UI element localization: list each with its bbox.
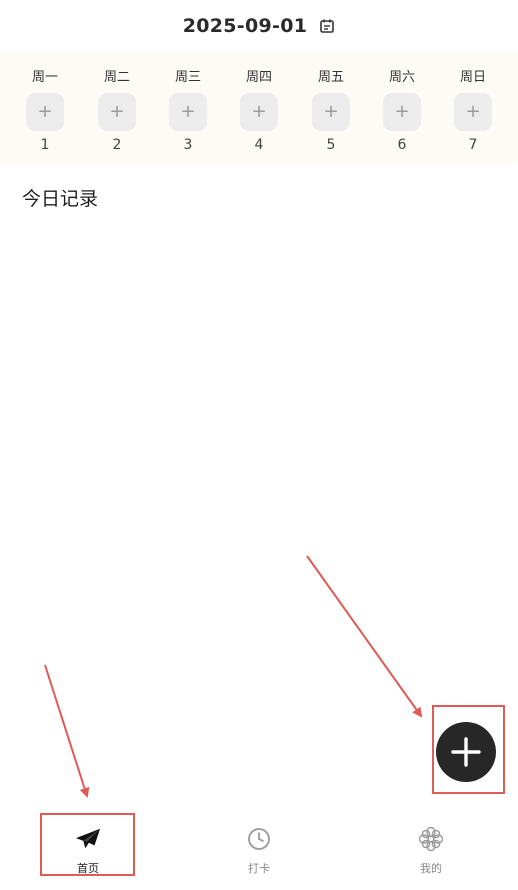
day-label: 周五 (317, 70, 344, 85)
day-number: 2 (112, 137, 122, 153)
add-record-button[interactable] (436, 722, 496, 782)
day-label: 周日 (459, 70, 486, 85)
day-label: 周一 (31, 70, 58, 85)
day-number: 5 (326, 137, 336, 153)
tab-checkin[interactable]: 打卡 (194, 806, 324, 890)
paper-plane-icon (75, 826, 101, 852)
day-add-button[interactable]: + (240, 93, 278, 131)
header: 2025-09-01 (0, 0, 518, 52)
day-friday: 周五 + 5 (301, 52, 361, 164)
day-number: 6 (397, 137, 407, 153)
day-thursday: 周四 + 4 (229, 52, 289, 164)
arrow-to-fab (306, 555, 423, 718)
day-label: 周四 (245, 70, 272, 85)
day-sunday: 周日 + 7 (443, 52, 503, 164)
tab-label: 我的 (420, 862, 442, 875)
day-monday: 周一 + 1 (15, 52, 75, 164)
day-label: 周三 (174, 70, 201, 85)
tab-label: 打卡 (248, 862, 270, 875)
bottom-tab-bar: 首页 打卡 我的 (0, 806, 518, 890)
day-number: 1 (40, 137, 50, 153)
calendar-icon[interactable] (319, 18, 335, 34)
day-add-button[interactable]: + (169, 93, 207, 131)
day-add-button[interactable]: + (26, 93, 64, 131)
day-add-button[interactable]: + (98, 93, 136, 131)
section-title: 今日记录 (22, 188, 99, 210)
day-tuesday: 周二 + 2 (87, 52, 147, 164)
day-saturday: 周六 + 6 (372, 52, 432, 164)
day-add-button[interactable]: + (312, 93, 350, 131)
tab-mine[interactable]: 我的 (366, 806, 496, 890)
date-title[interactable]: 2025-09-01 (183, 15, 308, 37)
clock-icon (246, 826, 272, 852)
day-label: 周二 (103, 70, 130, 85)
flower-icon (418, 826, 444, 852)
plus-icon (450, 736, 482, 768)
tab-label: 首页 (77, 862, 99, 875)
day-wednesday: 周三 + 3 (158, 52, 218, 164)
day-number: 3 (183, 137, 193, 153)
day-label: 周六 (388, 70, 415, 85)
week-strip: 周一 + 1 周二 + 2 周三 + 3 周四 + 4 周五 + 5 周六 + … (0, 52, 518, 164)
day-number: 4 (254, 137, 264, 153)
day-number: 7 (468, 137, 478, 153)
day-add-button[interactable]: + (383, 93, 421, 131)
day-add-button[interactable]: + (454, 93, 492, 131)
arrow-to-home-tab (44, 664, 90, 798)
tab-home[interactable]: 首页 (23, 806, 153, 890)
